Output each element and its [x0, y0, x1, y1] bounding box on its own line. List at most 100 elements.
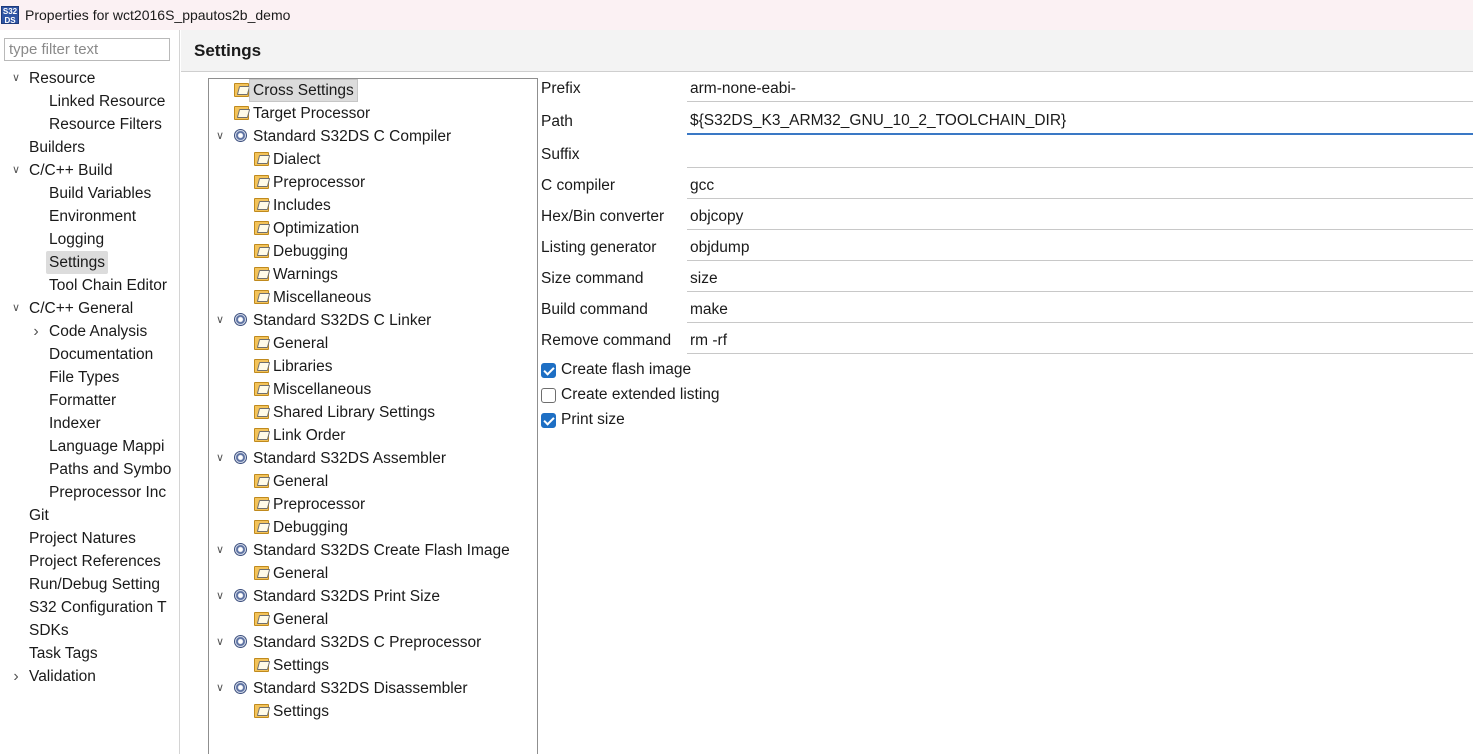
- chevron-down-icon[interactable]: ∨: [10, 297, 22, 320]
- nav-item-run-debug-setting[interactable]: Run/Debug Setting: [0, 573, 179, 596]
- tree-item-standard-s32ds-print-size[interactable]: ∨ Standard S32DS Print Size: [209, 585, 537, 608]
- tree-item-preprocessor[interactable]: Preprocessor: [209, 171, 537, 194]
- remove-command-input[interactable]: [687, 328, 1473, 354]
- tree-item-debugging[interactable]: Debugging: [209, 240, 537, 263]
- tree-item-target-processor[interactable]: Target Processor: [209, 102, 537, 125]
- nav-item-code-analysis[interactable]: › Code Analysis: [0, 320, 179, 343]
- field-label: Size command: [541, 270, 644, 287]
- nav-item-label: Git: [29, 507, 49, 524]
- tree-item-warnings[interactable]: Warnings: [209, 263, 537, 286]
- tree-item-settings[interactable]: Settings: [209, 700, 537, 723]
- chevron-right-icon[interactable]: ›: [30, 320, 42, 343]
- nav-item-validation[interactable]: › Validation: [0, 665, 179, 688]
- tree-item-settings[interactable]: Settings: [209, 654, 537, 677]
- build-command-input[interactable]: [687, 297, 1473, 323]
- nav-item-label: Resource Filters: [49, 116, 162, 133]
- folder-settings-icon: [254, 428, 269, 442]
- listing-generator-input[interactable]: [687, 235, 1473, 261]
- nav-item-indexer[interactable]: Indexer: [0, 412, 179, 435]
- tree-item-label: Standard S32DS C Compiler: [253, 128, 452, 145]
- nav-item-preprocessor-inc[interactable]: Preprocessor Inc: [0, 481, 179, 504]
- create-flash-image-option[interactable]: Create flash image: [541, 359, 691, 381]
- tree-item-miscellaneous[interactable]: Miscellaneous: [209, 378, 537, 401]
- tree-item-general[interactable]: General: [209, 562, 537, 585]
- size-command-input[interactable]: [687, 266, 1473, 292]
- field-label: C compiler: [541, 177, 616, 194]
- page-title: Settings: [194, 41, 262, 60]
- suffix-input[interactable]: [687, 142, 1473, 168]
- nav-item-tool-chain-editor[interactable]: Tool Chain Editor: [0, 274, 179, 297]
- nav-item-file-types[interactable]: File Types: [0, 366, 179, 389]
- nav-item-build-variables[interactable]: Build Variables: [0, 182, 179, 205]
- tree-item-standard-s32ds-disassembler[interactable]: ∨ Standard S32DS Disassembler: [209, 677, 537, 700]
- nav-item-s32-configuration-t[interactable]: S32 Configuration T: [0, 596, 179, 619]
- nav-item-c-c-build[interactable]: ∨ C/C++ Build: [0, 159, 179, 182]
- nav-item-settings[interactable]: Settings: [0, 251, 179, 274]
- tree-item-cross-settings[interactable]: Cross Settings: [209, 79, 537, 102]
- chevron-down-icon[interactable]: ∨: [214, 677, 226, 700]
- tree-item-debugging[interactable]: Debugging: [209, 516, 537, 539]
- hex-bin-converter-input[interactable]: [687, 204, 1473, 230]
- nav-item-builders[interactable]: Builders: [0, 136, 179, 159]
- chevron-down-icon[interactable]: ∨: [10, 159, 22, 182]
- tree-item-general[interactable]: General: [209, 608, 537, 631]
- folder-settings-icon: [254, 382, 269, 396]
- nav-item-label: Paths and Symbo: [49, 461, 172, 478]
- nav-item-sdks[interactable]: SDKs: [0, 619, 179, 642]
- nav-item-label: Project References: [29, 553, 161, 570]
- create-extended-listing-option[interactable]: Create extended listing: [541, 384, 720, 406]
- nav-item-formatter[interactable]: Formatter: [0, 389, 179, 412]
- tree-item-label: Preprocessor: [273, 174, 366, 191]
- chevron-down-icon[interactable]: ∨: [214, 631, 226, 654]
- tree-item-standard-s32ds-c-preprocessor[interactable]: ∨ Standard S32DS C Preprocessor: [209, 631, 537, 654]
- chevron-down-icon[interactable]: ∨: [10, 67, 22, 90]
- tree-item-miscellaneous[interactable]: Miscellaneous: [209, 286, 537, 309]
- tree-item-link-order[interactable]: Link Order: [209, 424, 537, 447]
- nav-item-paths-and-symbo[interactable]: Paths and Symbo: [0, 458, 179, 481]
- tree-item-shared-library-settings[interactable]: Shared Library Settings: [209, 401, 537, 424]
- nav-item-label: Resource: [29, 70, 96, 87]
- chevron-down-icon[interactable]: ∨: [214, 539, 226, 562]
- tree-item-general[interactable]: General: [209, 332, 537, 355]
- path-input[interactable]: [687, 109, 1473, 135]
- nav-item-environment[interactable]: Environment: [0, 205, 179, 228]
- tree-item-dialect[interactable]: Dialect: [209, 148, 537, 171]
- tree-item-standard-s32ds-c-compiler[interactable]: ∨ Standard S32DS C Compiler: [209, 125, 537, 148]
- nav-item-language-mappi[interactable]: Language Mappi: [0, 435, 179, 458]
- nav-item-documentation[interactable]: Documentation: [0, 343, 179, 366]
- tree-item-standard-s32ds-c-linker[interactable]: ∨ Standard S32DS C Linker: [209, 309, 537, 332]
- chevron-down-icon[interactable]: ∨: [214, 125, 226, 148]
- create-flash-image-checkbox[interactable]: [541, 362, 556, 378]
- prefix-input[interactable]: [687, 76, 1473, 102]
- nav-item-linked-resource[interactable]: Linked Resource: [0, 90, 179, 113]
- nav-item-project-natures[interactable]: Project Natures: [0, 527, 179, 550]
- print-size-option[interactable]: Print size: [541, 409, 625, 431]
- tree-item-standard-s32ds-create-flash-image[interactable]: ∨ Standard S32DS Create Flash Image: [209, 539, 537, 562]
- c-compiler-input[interactable]: [687, 173, 1473, 199]
- nav-item-label: S32 Configuration T: [29, 599, 167, 616]
- nav-item-resource[interactable]: ∨ Resource: [0, 67, 179, 90]
- field-row-remove-command: Remove command: [538, 326, 1473, 357]
- filter-input[interactable]: [4, 38, 170, 61]
- print-size-checkbox[interactable]: [541, 412, 556, 428]
- nav-item-resource-filters[interactable]: Resource Filters: [0, 113, 179, 136]
- chevron-down-icon[interactable]: ∨: [214, 585, 226, 608]
- tree-item-preprocessor[interactable]: Preprocessor: [209, 493, 537, 516]
- tree-item-includes[interactable]: Includes: [209, 194, 537, 217]
- tree-item-standard-s32ds-assembler[interactable]: ∨ Standard S32DS Assembler: [209, 447, 537, 470]
- nav-item-git[interactable]: Git: [0, 504, 179, 527]
- nav-item-project-references[interactable]: Project References: [0, 550, 179, 573]
- folder-settings-icon: [254, 704, 269, 718]
- chevron-right-icon[interactable]: ›: [10, 665, 22, 688]
- tree-item-general[interactable]: General: [209, 470, 537, 493]
- nav-item-c-c-general[interactable]: ∨ C/C++ General: [0, 297, 179, 320]
- tree-item-optimization[interactable]: Optimization: [209, 217, 537, 240]
- nav-item-label: Project Natures: [29, 530, 136, 547]
- folder-settings-icon: [254, 612, 269, 626]
- nav-item-logging[interactable]: Logging: [0, 228, 179, 251]
- chevron-down-icon[interactable]: ∨: [214, 309, 226, 332]
- nav-item-task-tags[interactable]: Task Tags: [0, 642, 179, 665]
- tree-item-libraries[interactable]: Libraries: [209, 355, 537, 378]
- chevron-down-icon[interactable]: ∨: [214, 447, 226, 470]
- create-extended-listing-checkbox[interactable]: [541, 387, 556, 403]
